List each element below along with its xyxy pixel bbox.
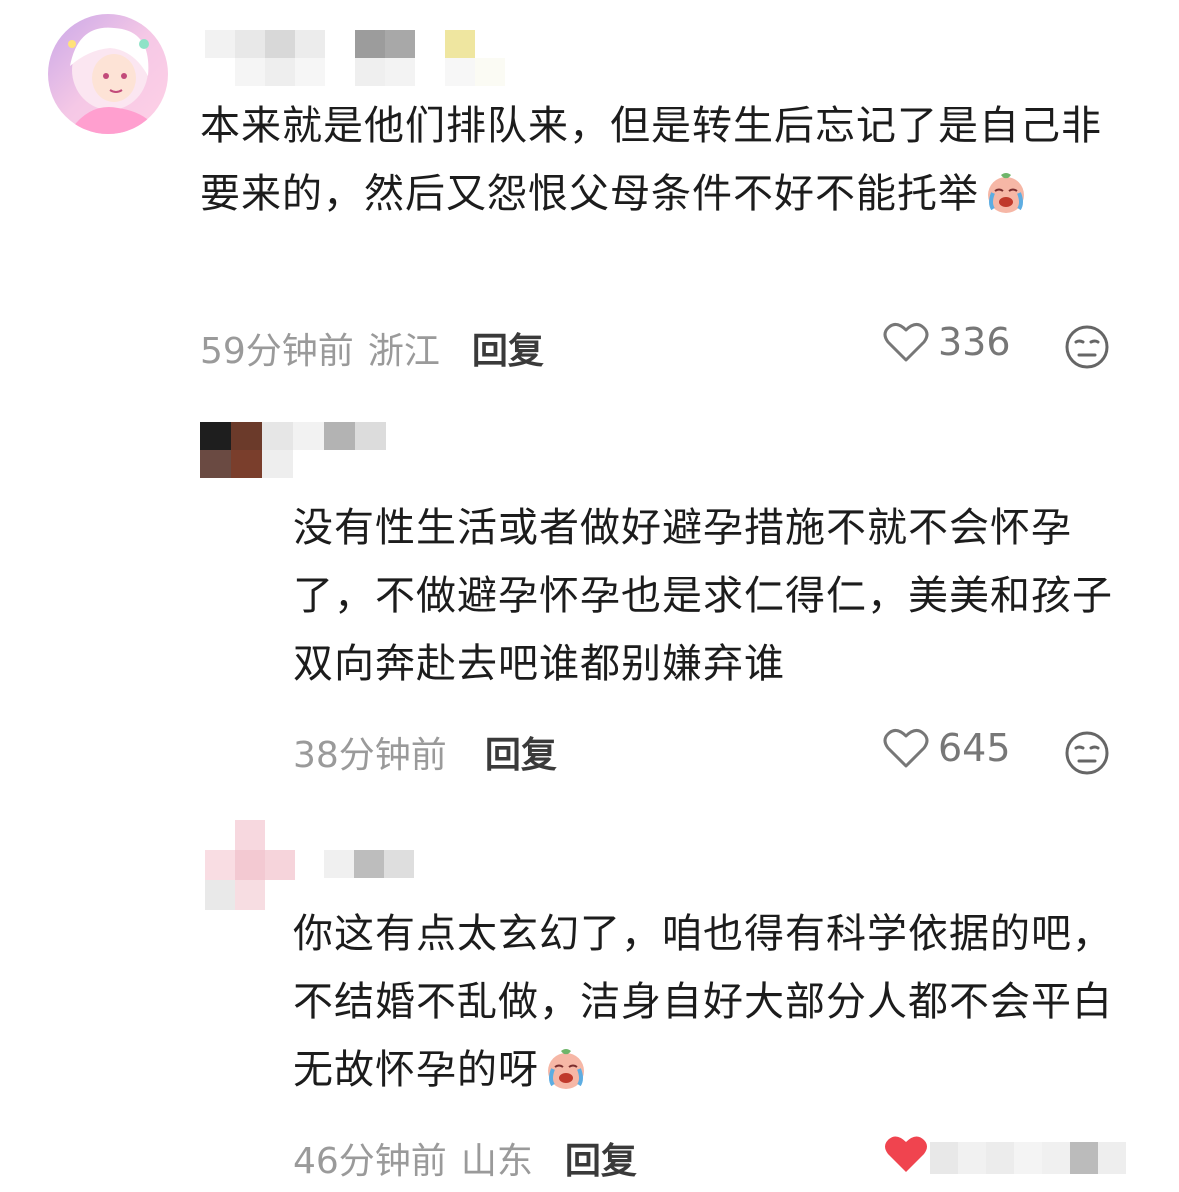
heart-filled-icon bbox=[885, 1136, 927, 1172]
like-button[interactable]: 645 bbox=[882, 726, 1011, 770]
avatar-blurred[interactable] bbox=[200, 422, 386, 478]
like-count-blurred bbox=[930, 1142, 1126, 1174]
reply-button[interactable]: 回复 bbox=[485, 726, 557, 778]
timestamp: 38分钟前 bbox=[293, 735, 447, 776]
comment-1: 本来就是他们排队来，但是转生后忘记了是自己非要来的，然后又怨恨父母条件不好不能托… bbox=[0, 0, 1179, 380]
comment-3: 你这有点太玄幻了，咱也得有科学依据的吧，不结婚不乱做，洁身自好大部分人都不会平白… bbox=[0, 790, 1179, 1192]
avatar-image bbox=[48, 14, 168, 134]
location: 浙江 bbox=[367, 331, 440, 372]
comment-meta: 46分钟前 山东 回复 bbox=[293, 1132, 637, 1184]
like-count: 645 bbox=[938, 726, 1011, 770]
like-count: 336 bbox=[938, 320, 1011, 364]
timestamp: 59分钟前 bbox=[200, 331, 354, 372]
avatar[interactable] bbox=[48, 14, 168, 134]
like-button[interactable]: 336 bbox=[882, 320, 1011, 364]
username-blurred[interactable] bbox=[324, 850, 414, 878]
comment-2: 没有性生活或者做好避孕措施不就不会怀孕了，不做避孕怀孕也是求仁得仁，美美和孩子双… bbox=[0, 380, 1179, 790]
dislike-face-icon[interactable] bbox=[1064, 324, 1110, 370]
reply-button[interactable]: 回复 bbox=[472, 322, 544, 374]
comment-body: 你这有点太玄幻了，咱也得有科学依据的吧，不结婚不乱做，洁身自好大部分人都不会平白… bbox=[293, 911, 1113, 1093]
timestamp: 46分钟前 bbox=[293, 1141, 447, 1182]
location: 山东 bbox=[460, 1141, 533, 1182]
heart-outline-icon bbox=[883, 729, 929, 768]
comment-body: 本来就是他们排队来，但是转生后忘记了是自己非要来的，然后又怨恨父母条件不好不能托… bbox=[200, 103, 1102, 217]
comment-meta: 38分钟前 回复 bbox=[293, 726, 557, 778]
avatar-blurred[interactable] bbox=[205, 820, 295, 910]
crying-face-icon bbox=[988, 173, 1024, 213]
comment-body: 没有性生活或者做好避孕措施不就不会怀孕了，不做避孕怀孕也是求仁得仁，美美和孩子双… bbox=[293, 505, 1113, 687]
comment-text: 你这有点太玄幻了，咱也得有科学依据的吧，不结婚不乱做，洁身自好大部分人都不会平白… bbox=[293, 900, 1123, 1104]
comment-text: 本来就是他们排队来，但是转生后忘记了是自己非要来的，然后又怨恨父母条件不好不能托… bbox=[200, 92, 1120, 228]
heart-outline-icon bbox=[883, 323, 929, 362]
reply-button[interactable]: 回复 bbox=[565, 1132, 637, 1184]
comment-text: 没有性生活或者做好避孕措施不就不会怀孕了，不做避孕怀孕也是求仁得仁，美美和孩子双… bbox=[293, 494, 1123, 698]
crying-face-icon bbox=[548, 1049, 584, 1089]
dislike-face-icon[interactable] bbox=[1064, 730, 1110, 776]
username-blurred[interactable] bbox=[205, 30, 505, 86]
comment-meta: 59分钟前 浙江 回复 bbox=[200, 322, 544, 374]
